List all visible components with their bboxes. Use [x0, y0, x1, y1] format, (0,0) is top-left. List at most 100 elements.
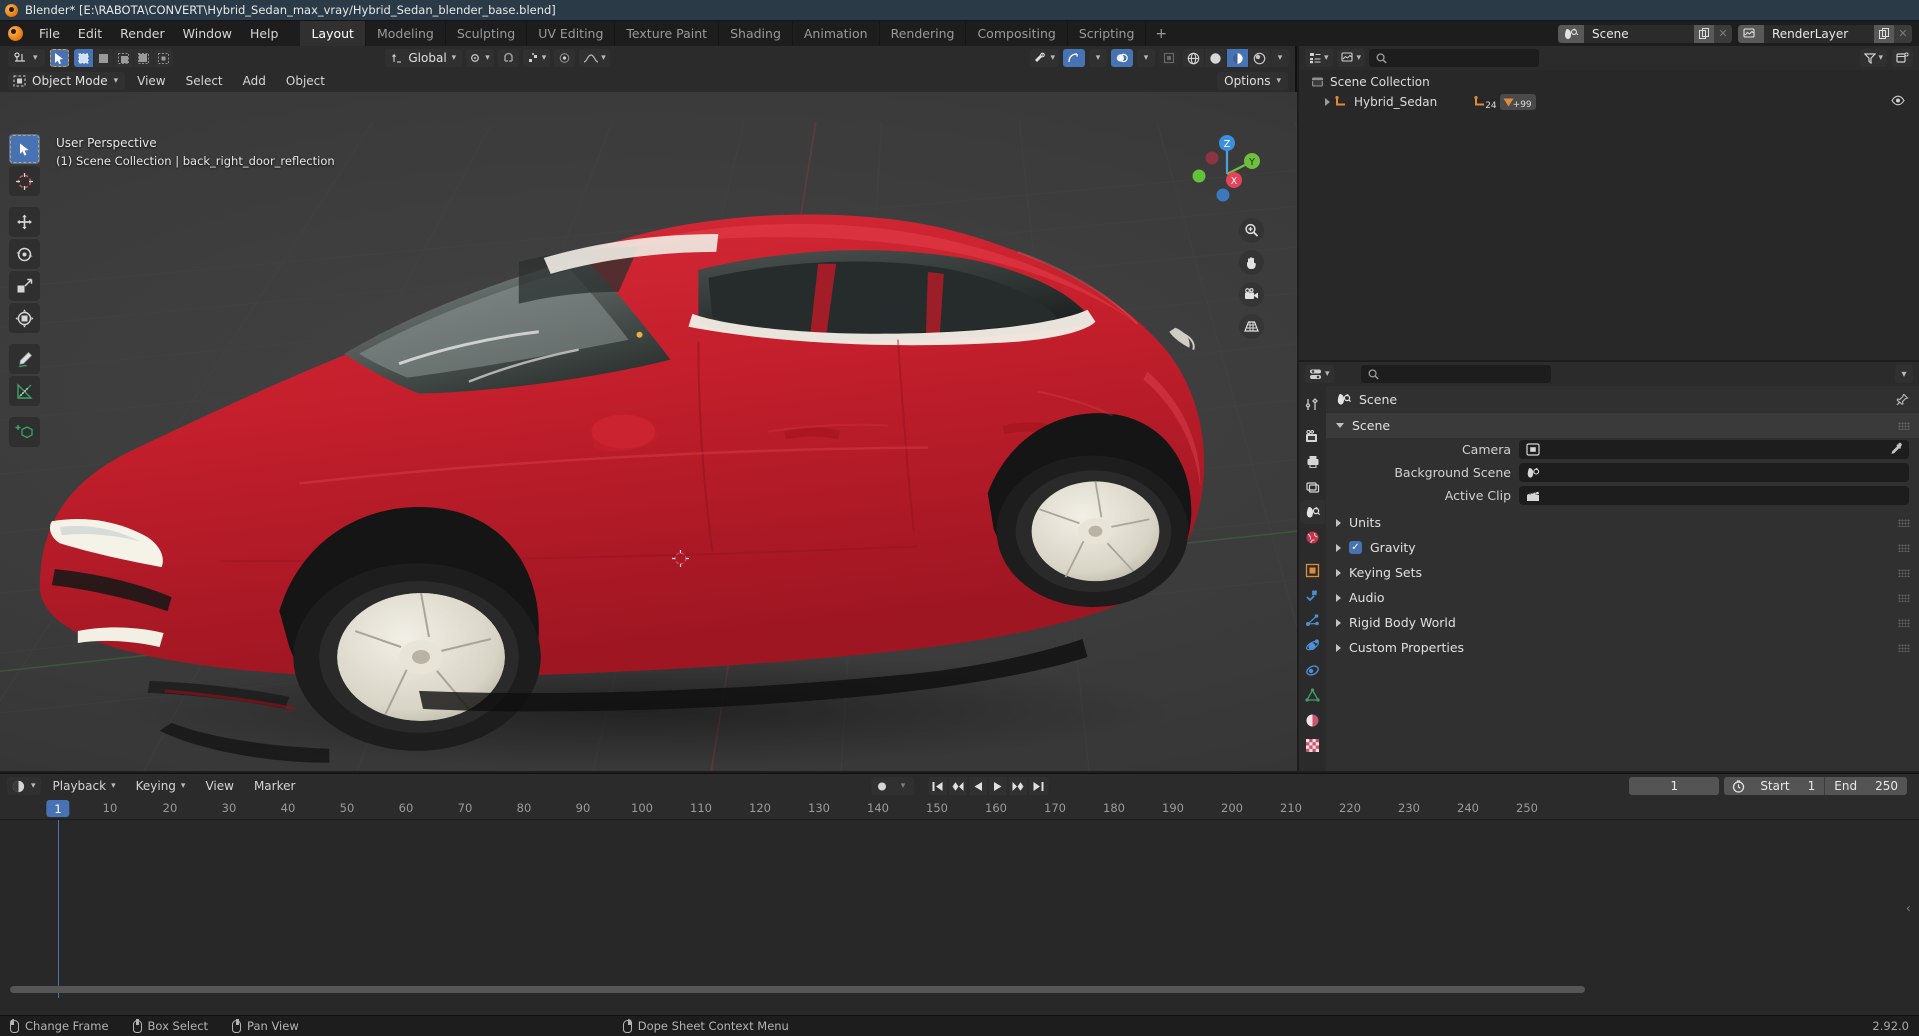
- panel-header-audio[interactable]: Audio: [1326, 585, 1919, 610]
- timeline-body[interactable]: ‹: [0, 820, 1919, 998]
- physics-tab[interactable]: [1300, 633, 1325, 657]
- tab-animation[interactable]: Animation: [793, 21, 880, 46]
- tab-scripting[interactable]: Scripting: [1068, 21, 1147, 46]
- menu-edit[interactable]: Edit: [69, 23, 111, 44]
- menu-window[interactable]: Window: [174, 23, 241, 44]
- xray-toggle-icon[interactable]: [1111, 49, 1133, 67]
- scene-name[interactable]: Scene: [1584, 24, 1694, 43]
- view-layer-icon[interactable]: [1738, 24, 1764, 43]
- new-scene-button[interactable]: [1694, 24, 1714, 43]
- xray-dropdown[interactable]: ▾: [1137, 49, 1155, 67]
- visibility-eye-icon[interactable]: [1891, 95, 1905, 109]
- remove-scene-button[interactable]: ✕: [1714, 24, 1732, 43]
- move-tool[interactable]: [9, 207, 40, 237]
- panel-header-units[interactable]: Units: [1326, 510, 1919, 535]
- proportional-edit-icon[interactable]: [554, 49, 576, 67]
- material-tab[interactable]: [1300, 708, 1325, 732]
- end-frame-input[interactable]: End 250: [1824, 777, 1907, 795]
- expand-arrow-icon[interactable]: [1325, 98, 1330, 106]
- panel-header-gravity[interactable]: ✓ Gravity: [1326, 535, 1919, 560]
- scene-selector[interactable]: Scene ✕: [1558, 24, 1732, 43]
- show-gizmo-icon[interactable]: ▾: [1030, 49, 1059, 67]
- particles-tab[interactable]: [1300, 608, 1325, 632]
- tab-sculpting[interactable]: Sculpting: [446, 21, 528, 46]
- viewport-menu-select[interactable]: Select: [178, 72, 231, 90]
- add-cube-tool[interactable]: [9, 417, 40, 447]
- timeline-editor-icon[interactable]: ▾: [7, 777, 41, 795]
- panel-header-custom-properties[interactable]: Custom Properties: [1326, 635, 1919, 660]
- scene-tab[interactable]: [1300, 500, 1325, 524]
- shading-rendered-button[interactable]: [1249, 49, 1270, 67]
- timeline-ruler[interactable]: 1 10 20 30 40 50 60 70 80 90 100 110 120…: [0, 798, 1919, 820]
- play-button[interactable]: [988, 777, 1008, 795]
- camera-field[interactable]: [1519, 440, 1909, 459]
- timeline-menu-marker[interactable]: Marker: [246, 777, 303, 795]
- tweak-tool-button[interactable]: [49, 49, 69, 67]
- jump-to-prev-keyframe-button[interactable]: [948, 777, 968, 795]
- view-layer-name[interactable]: RenderLayer: [1764, 24, 1874, 43]
- outliner-row-hybrid-sedan[interactable]: Hybrid_Sedan 24 +99: [1299, 92, 1919, 112]
- texture-tab[interactable]: [1300, 733, 1325, 757]
- snap-to-selector[interactable]: ▾: [522, 49, 551, 67]
- modifier-group-icon[interactable]: +99: [1499, 94, 1536, 110]
- annotate-tool[interactable]: [9, 344, 40, 374]
- tweak-tool[interactable]: [9, 134, 40, 164]
- panel-header-rigid-body-world[interactable]: Rigid Body World: [1326, 610, 1919, 635]
- jump-to-next-keyframe-button[interactable]: [1008, 777, 1028, 795]
- select-difference-button[interactable]: [133, 49, 153, 67]
- auto-keying-icon[interactable]: [871, 777, 893, 795]
- editor-type-selector[interactable]: ▾: [8, 49, 45, 67]
- object-mode-selector[interactable]: Object Mode ▾: [8, 72, 126, 90]
- tab-compositing[interactable]: Compositing: [966, 21, 1068, 46]
- orthographic-grid-icon[interactable]: [1239, 314, 1264, 339]
- proportional-falloff-selector[interactable]: ▾: [579, 49, 610, 67]
- viewport-canvas[interactable]: User Perspective (1) Scene Collection | …: [0, 92, 1297, 771]
- view-layer-tab[interactable]: [1300, 475, 1325, 499]
- camera-icon[interactable]: [1239, 282, 1264, 307]
- constraint-tab[interactable]: [1300, 658, 1325, 682]
- tool-tab[interactable]: [1300, 392, 1325, 416]
- properties-search-input[interactable]: [1360, 365, 1551, 383]
- timeline-menu-keying[interactable]: Keying ▾: [128, 777, 194, 795]
- tab-modeling[interactable]: Modeling: [366, 21, 446, 46]
- eyedropper-icon[interactable]: [1889, 442, 1903, 459]
- select-set-button[interactable]: [73, 49, 93, 67]
- select-intersect-button[interactable]: [153, 49, 173, 67]
- tab-rendering[interactable]: Rendering: [880, 21, 967, 46]
- jump-to-end-button[interactable]: [1028, 777, 1048, 795]
- data-tab[interactable]: [1300, 683, 1325, 707]
- panel-header-keying-sets[interactable]: Keying Sets: [1326, 560, 1919, 585]
- outliner-display-mode-icon[interactable]: ▾: [1336, 49, 1366, 67]
- select-extend-button[interactable]: [93, 49, 113, 67]
- new-collection-icon[interactable]: [1892, 49, 1913, 67]
- viewport-menu-object[interactable]: Object: [278, 72, 333, 90]
- auto-keying-dropdown[interactable]: ▾: [893, 777, 913, 795]
- menu-help[interactable]: Help: [241, 23, 288, 44]
- measure-tool[interactable]: [9, 376, 40, 406]
- pin-icon[interactable]: [1895, 393, 1909, 410]
- timeline-menu-view[interactable]: View: [197, 777, 241, 795]
- pivot-point-selector[interactable]: ▾: [466, 49, 494, 67]
- pan-icon[interactable]: [1239, 250, 1264, 275]
- menu-file[interactable]: File: [30, 23, 69, 44]
- properties-options-dropdown[interactable]: ▾: [1895, 365, 1913, 383]
- render-tab[interactable]: [1300, 425, 1325, 449]
- show-overlays-icon[interactable]: [1063, 49, 1085, 67]
- blender-menu-button[interactable]: [0, 26, 30, 41]
- outliner-search-input[interactable]: [1369, 49, 1540, 67]
- timeline-sidebar-toggle[interactable]: ‹: [1906, 902, 1911, 917]
- viewport-options-button[interactable]: Options ▾: [1217, 72, 1288, 90]
- zoom-icon[interactable]: [1239, 218, 1264, 243]
- object-tab[interactable]: [1300, 558, 1325, 582]
- viewport-menu-view[interactable]: View: [129, 72, 173, 90]
- jump-to-start-button[interactable]: [928, 777, 948, 795]
- shading-material-preview-button[interactable]: [1227, 49, 1248, 67]
- active-clip-field[interactable]: [1519, 486, 1909, 505]
- shading-solid-button[interactable]: [1205, 49, 1226, 67]
- outliner-editor-type-button[interactable]: ▾: [1305, 49, 1333, 67]
- cursor-tool[interactable]: [9, 166, 40, 196]
- shading-dropdown[interactable]: ▾: [1271, 49, 1289, 67]
- play-reverse-button[interactable]: [968, 777, 988, 795]
- add-workspace-button[interactable]: +: [1146, 21, 1176, 46]
- new-view-layer-button[interactable]: [1874, 24, 1894, 43]
